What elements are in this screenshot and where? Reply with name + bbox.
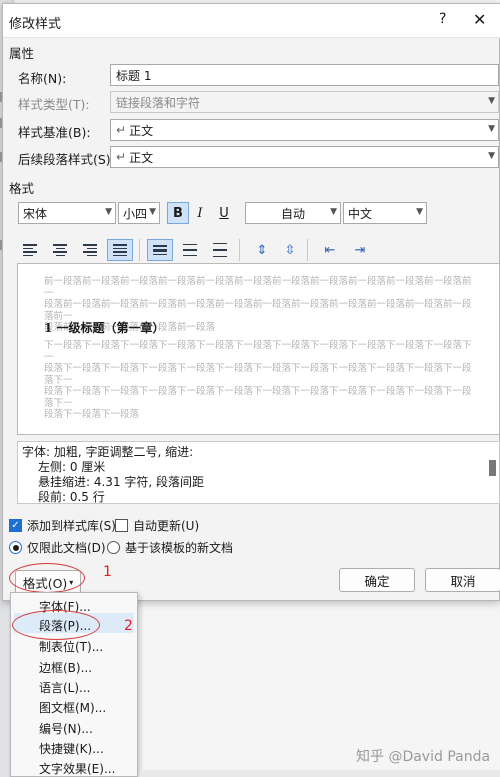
preview-line: 前一段落前一段落前一段落前一段落前一段落前一段落前一段落前一段落前一段落前一段落… xyxy=(44,276,472,299)
single-spacing-icon[interactable] xyxy=(147,239,173,261)
font-value: 宋体 xyxy=(23,206,48,221)
language-select[interactable]: 中文 ▼ xyxy=(343,202,427,224)
align-left-icon[interactable] xyxy=(17,239,43,261)
chevron-down-icon: ▼ xyxy=(149,207,156,217)
font-color-value: 自动 xyxy=(280,206,305,221)
paragraph-mark-icon: ↵ xyxy=(116,123,127,137)
template-option[interactable]: 基于该模板的新文档 xyxy=(107,539,233,556)
preview-heading: 1 一级标题（第一章） xyxy=(44,321,165,335)
annotation-ring-format xyxy=(9,563,85,593)
template-radio[interactable] xyxy=(107,541,120,554)
chevron-down-icon: ▼ xyxy=(488,96,495,106)
style-type-value: 链接段落和字符 xyxy=(116,95,201,110)
menu-item-shortcut[interactable]: 快捷键(K)... xyxy=(39,740,104,757)
title-bar: 修改样式 ? ✕ xyxy=(3,4,500,38)
menu-item-tabs[interactable]: 制表位(T)... xyxy=(39,638,103,655)
style-preview-pane: 前一段落前一段落前一段落前一段落前一段落前一段落前一段落前一段落前一段落前一段落… xyxy=(17,263,500,435)
name-label: 名称(N): xyxy=(18,71,67,86)
toolbar-separator xyxy=(239,239,240,261)
increase-indent-icon[interactable]: ⇥ xyxy=(349,239,371,261)
template-label: 基于该模板的新文档 xyxy=(125,541,234,555)
one-half-spacing-icon[interactable] xyxy=(177,239,203,261)
next-style-select[interactable]: ↵ 正文 ▼ xyxy=(110,146,499,168)
name-field[interactable]: 标题 1 xyxy=(110,64,499,86)
style-type-select: 链接段落和字符 ▼ xyxy=(110,91,499,113)
cancel-button[interactable]: 取消 xyxy=(425,568,500,592)
font-color-select[interactable]: 自动 ▼ xyxy=(245,202,341,224)
preview-line: 段落下一段落下一段落下一段落下一段落下一段落下一段落下一段落下一段落下一段落下一… xyxy=(44,386,472,409)
description-line: 段前: 0.5 行 xyxy=(38,490,105,504)
style-type-label: 样式类型(T): xyxy=(18,97,90,112)
only-this-document-label: 仅限此文档(D) xyxy=(27,541,106,555)
chevron-down-icon: ▼ xyxy=(330,207,337,217)
size-select[interactable]: 小四 ▼ xyxy=(118,202,160,224)
menu-item-numbering[interactable]: 编号(N)... xyxy=(39,720,93,737)
next-paragraph-preview: 下一段落下一段落下一段落下一段落下一段落下一段落下一段落下一段落下一段落下一段落… xyxy=(44,340,474,421)
double-spacing-icon[interactable] xyxy=(207,239,233,261)
annotation-ring-paragraph xyxy=(12,610,100,640)
add-to-gallery-checkbox[interactable]: ✓ xyxy=(9,519,22,532)
bold-button[interactable]: B xyxy=(167,202,189,224)
watermark: 知乎 @David Panda xyxy=(356,749,491,765)
paragraph-mark-icon: ↵ xyxy=(116,150,127,164)
italic-button[interactable]: I xyxy=(189,202,211,224)
next-style-label: 后续段落样式(S): xyxy=(18,152,115,167)
description-line: 字体: 加粗, 字距调整二号, 缩进: xyxy=(22,445,194,459)
preview-line: 段落下一段落下一段落下一段落下一段落下一段落下一段落下一段落下一段落下一段落下一… xyxy=(44,363,472,386)
annotation-step-1: 1 xyxy=(103,564,112,580)
underline-button[interactable]: U xyxy=(213,202,235,224)
next-style-value: 正文 xyxy=(129,150,154,165)
size-value: 小四 xyxy=(123,206,148,221)
ok-button[interactable]: 确定 xyxy=(339,568,415,592)
language-value: 中文 xyxy=(348,206,373,221)
preview-line: 下一段落下一段落下一段落下一段落下一段落下一段落下一段落下一段落下一段落下一段落… xyxy=(44,340,472,363)
chevron-down-icon: ▼ xyxy=(105,207,112,217)
close-button[interactable]: ✕ xyxy=(473,10,486,29)
increase-spacing-icon[interactable]: ⇕ xyxy=(251,239,273,261)
align-justify-icon[interactable] xyxy=(107,239,133,261)
menu-item-frame[interactable]: 图文框(M)... xyxy=(39,699,106,716)
decrease-indent-icon[interactable]: ⇤ xyxy=(319,239,341,261)
menu-item-language[interactable]: 语言(L)... xyxy=(39,679,91,696)
description-scrollbar-thumb[interactable] xyxy=(489,460,496,476)
add-to-gallery-option[interactable]: ✓ 添加到样式库(S) xyxy=(9,517,116,534)
menu-item-border[interactable]: 边框(B)... xyxy=(39,659,92,676)
toolbar-separator xyxy=(139,239,140,261)
style-based-label: 样式基准(B): xyxy=(18,125,91,140)
description-line: 左侧: 0 厘米 xyxy=(38,460,106,474)
style-based-select[interactable]: ↵ 正文 ▼ xyxy=(110,119,499,141)
name-value: 标题 1 xyxy=(116,68,152,83)
status-bar-strip xyxy=(140,770,500,777)
style-description: 字体: 加粗, 字距调整二号, 缩进: 左侧: 0 厘米 悬挂缩进: 4.31 … xyxy=(17,441,500,504)
align-right-icon[interactable] xyxy=(77,239,103,261)
align-center-icon[interactable] xyxy=(47,239,73,261)
decrease-spacing-icon[interactable]: ⇳ xyxy=(279,239,301,261)
description-line: 悬挂缩进: 4.31 字符, 段落间距 xyxy=(38,475,205,489)
properties-section-title: 属性 xyxy=(9,46,35,61)
auto-update-label: 自动更新(U) xyxy=(133,519,200,533)
add-to-gallery-label: 添加到样式库(S) xyxy=(27,519,116,533)
chevron-down-icon: ▼ xyxy=(488,124,495,134)
style-based-value: 正文 xyxy=(129,123,154,138)
menu-item-text-effects[interactable]: 文字效果(E)... xyxy=(39,760,115,777)
annotation-step-2: 2 xyxy=(124,618,133,634)
only-this-document-option[interactable]: 仅限此文档(D) xyxy=(9,539,106,556)
auto-update-option[interactable]: 自动更新(U) xyxy=(115,517,199,534)
help-button[interactable]: ? xyxy=(439,11,446,27)
chevron-down-icon: ▼ xyxy=(416,207,423,217)
only-this-document-radio[interactable] xyxy=(9,541,22,554)
format-section-title: 格式 xyxy=(9,181,35,196)
font-select[interactable]: 宋体 ▼ xyxy=(18,202,116,224)
dialog-title: 修改样式 xyxy=(9,17,62,32)
toolbar-separator xyxy=(307,239,308,261)
auto-update-checkbox[interactable] xyxy=(115,519,128,532)
preview-line: 段落下一段落下一段落 xyxy=(44,409,140,420)
chevron-down-icon: ▼ xyxy=(488,151,495,161)
